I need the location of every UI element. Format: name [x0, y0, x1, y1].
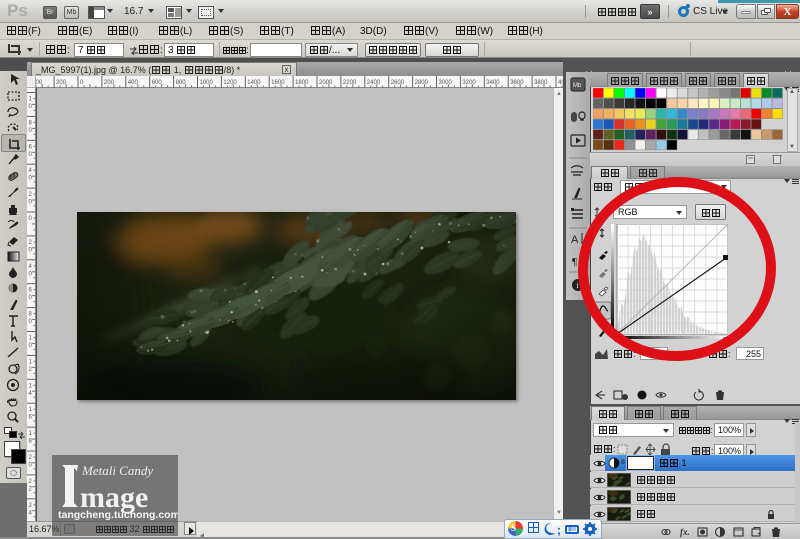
svg-text:200: 200 — [56, 80, 67, 86]
svg-text:3400: 3400 — [486, 80, 500, 86]
svg-text:1600: 1600 — [271, 80, 285, 86]
svg-text:1000: 1000 — [200, 80, 214, 86]
svg-text:8: 8 — [29, 120, 33, 126]
svg-text:1400: 1400 — [247, 80, 261, 86]
svg-text:2: 2 — [29, 192, 33, 198]
svg-text:600: 600 — [152, 80, 163, 86]
svg-text:0: 0 — [29, 463, 33, 469]
svg-text:4: 4 — [29, 391, 33, 397]
svg-text:6: 6 — [29, 144, 33, 150]
svg-text:2400: 2400 — [367, 80, 381, 86]
svg-text:2: 2 — [29, 367, 33, 373]
svg-text:1: 1 — [29, 336, 33, 342]
svg-text:0: 0 — [29, 152, 33, 158]
svg-text:fx.: fx. — [680, 527, 690, 537]
svg-text:0: 0 — [80, 80, 84, 86]
svg-text:2: 2 — [29, 455, 33, 461]
svg-text:800: 800 — [176, 80, 187, 86]
svg-text:tangcheng.tuchong.com: tangcheng.tuchong.com — [58, 509, 178, 521]
svg-text:Metali Candy: Metali Candy — [81, 463, 153, 478]
svg-text:2: 2 — [29, 479, 33, 485]
svg-text:6: 6 — [29, 415, 33, 421]
svg-text:3200: 3200 — [462, 80, 476, 86]
svg-text:200: 200 — [104, 80, 115, 86]
svg-text:2000: 2000 — [319, 80, 333, 86]
svg-text:4: 4 — [29, 168, 33, 174]
svg-text:;: ; — [557, 523, 561, 537]
svg-text:4: 4 — [29, 264, 33, 270]
svg-text:0: 0 — [29, 176, 33, 182]
svg-text:0: 0 — [29, 343, 33, 349]
svg-text:1: 1 — [29, 407, 33, 413]
svg-text:4: 4 — [29, 510, 33, 516]
svg-text:1800: 1800 — [295, 80, 309, 86]
svg-text:0: 0 — [29, 295, 33, 301]
svg-text:6: 6 — [29, 288, 33, 294]
svg-text:400: 400 — [128, 80, 139, 86]
svg-text:3000: 3000 — [439, 80, 453, 86]
svg-text:1: 1 — [29, 97, 33, 103]
svg-text:0: 0 — [29, 271, 33, 277]
svg-text:1200: 1200 — [223, 80, 237, 86]
svg-text:0: 0 — [29, 104, 33, 110]
svg-text:2: 2 — [29, 503, 33, 509]
svg-text:0: 0 — [29, 247, 33, 253]
svg-text:2800: 2800 — [415, 80, 429, 86]
svg-text:3600: 3600 — [510, 80, 524, 86]
svg-text:0: 0 — [29, 200, 33, 206]
svg-text:8: 8 — [29, 312, 33, 318]
svg-text:0: 0 — [29, 128, 33, 134]
svg-text:Mb: Mb — [573, 83, 582, 89]
svg-text:3800: 3800 — [534, 80, 548, 86]
svg-text:2600: 2600 — [391, 80, 405, 86]
svg-text:8: 8 — [29, 439, 33, 445]
svg-text:2200: 2200 — [343, 80, 357, 86]
svg-text:2: 2 — [29, 486, 33, 492]
svg-text:0: 0 — [29, 319, 33, 325]
svg-text:1: 1 — [29, 431, 33, 437]
svg-text:1: 1 — [29, 383, 33, 389]
svg-text:1: 1 — [29, 359, 33, 365]
svg-text:0: 0 — [29, 216, 33, 222]
svg-text:2: 2 — [29, 240, 33, 246]
